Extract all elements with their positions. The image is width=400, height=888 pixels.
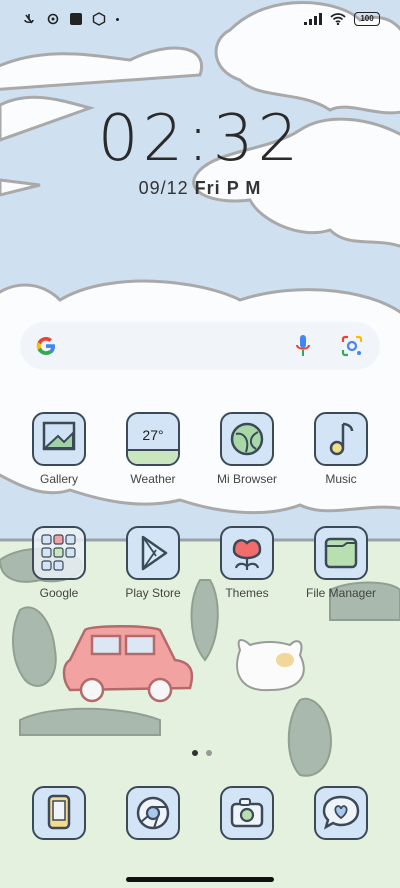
google-folder-icon [32,526,86,580]
file-manager-icon [314,526,368,580]
app-mi-browser[interactable]: Mi Browser [202,412,292,486]
mi-badge-icon [92,12,106,26]
camera-icon [220,786,274,840]
battery-icon: 100 [354,12,380,26]
weather-temp: 27° [142,427,164,443]
dock-phone[interactable] [14,786,104,840]
page-dot [206,750,212,756]
app-file-manager[interactable]: File Manager [296,526,386,600]
music-icon [314,412,368,466]
chrome-icon [126,786,180,840]
app-music[interactable]: Music [296,412,386,486]
dock-messages[interactable] [296,786,386,840]
app-label: Music [325,472,357,486]
muted-mic-icon [24,14,34,24]
app-gallery[interactable]: Gallery [14,412,104,486]
status-bar-right: 100 [304,12,380,26]
clock-date[interactable]: 09/12 Fri P M [0,178,400,199]
app-label: Weather [130,472,176,486]
status-bar-left [22,12,119,26]
app-label: Play Store [125,586,181,600]
square-notification-icon [70,13,82,25]
day-value: Fri [194,178,221,198]
dock-camera[interactable] [202,786,292,840]
home-gesture-bar[interactable] [126,877,274,882]
wifi-icon [330,13,346,25]
app-themes[interactable]: Themes [202,526,292,600]
dot-icon [116,17,119,21]
date-value: 09/12 [138,178,189,198]
google-lens-icon[interactable] [340,334,364,358]
app-google-folder[interactable]: Google [14,526,104,600]
ampm-value: P M [226,178,262,198]
dock-chrome[interactable] [108,786,198,840]
page-indicator[interactable] [192,750,212,756]
app-play-store[interactable]: Play Store [108,526,198,600]
page-dot-active [192,750,198,756]
app-label: Themes [225,586,269,600]
signal-icon [304,13,322,25]
messages-icon [314,786,368,840]
app-label: Google [39,586,79,600]
app-label: File Manager [305,586,377,600]
phone-icon [32,786,86,840]
themes-icon [220,526,274,580]
weather-icon: 27° [126,412,180,466]
google-g-icon [36,337,55,355]
gallery-icon [32,412,86,466]
voice-search-icon[interactable] [294,334,312,358]
google-search-bar[interactable] [20,322,380,370]
play-store-icon [126,526,180,580]
clock-time[interactable]: 02:32 [0,102,400,176]
settings-gear-icon [47,13,59,25]
app-label: Mi Browser [216,472,277,486]
app-label: Gallery [39,472,78,486]
app-weather[interactable]: 27° Weather [108,412,198,486]
browser-icon [220,412,274,466]
status-bar: 100 [0,0,400,40]
